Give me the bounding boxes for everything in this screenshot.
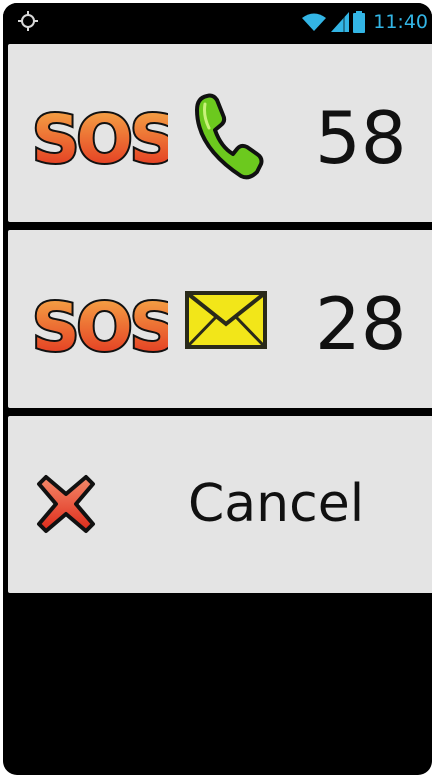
status-bar: 11:40 — [3, 3, 432, 41]
sos-call-label: SOS — [32, 101, 168, 174]
signal-icon — [331, 12, 350, 32]
close-icon — [37, 475, 95, 533]
battery-icon — [353, 11, 366, 33]
wifi-icon — [302, 13, 327, 31]
phone-screen: 11:40 SOS 58 SOS 28 Cancel — [3, 3, 432, 775]
cancel-label: Cancel — [188, 474, 365, 534]
sos-sms-logo: SOS — [30, 287, 168, 362]
location-icon — [18, 11, 38, 31]
status-time: 11:40 — [373, 11, 428, 33]
envelope-icon — [185, 291, 267, 349]
sos-call-button[interactable]: SOS 58 — [8, 44, 432, 222]
phone-icon — [195, 93, 264, 180]
sos-sms-label: SOS — [32, 289, 168, 362]
sos-call-logo: SOS — [30, 99, 168, 174]
sos-sms-countdown: 28 — [315, 282, 407, 366]
status-icons: 11:40 — [301, 9, 428, 35]
sos-sms-button[interactable]: SOS 28 — [8, 230, 432, 408]
cancel-button[interactable]: Cancel — [8, 416, 432, 593]
sos-call-countdown: 58 — [315, 96, 407, 180]
